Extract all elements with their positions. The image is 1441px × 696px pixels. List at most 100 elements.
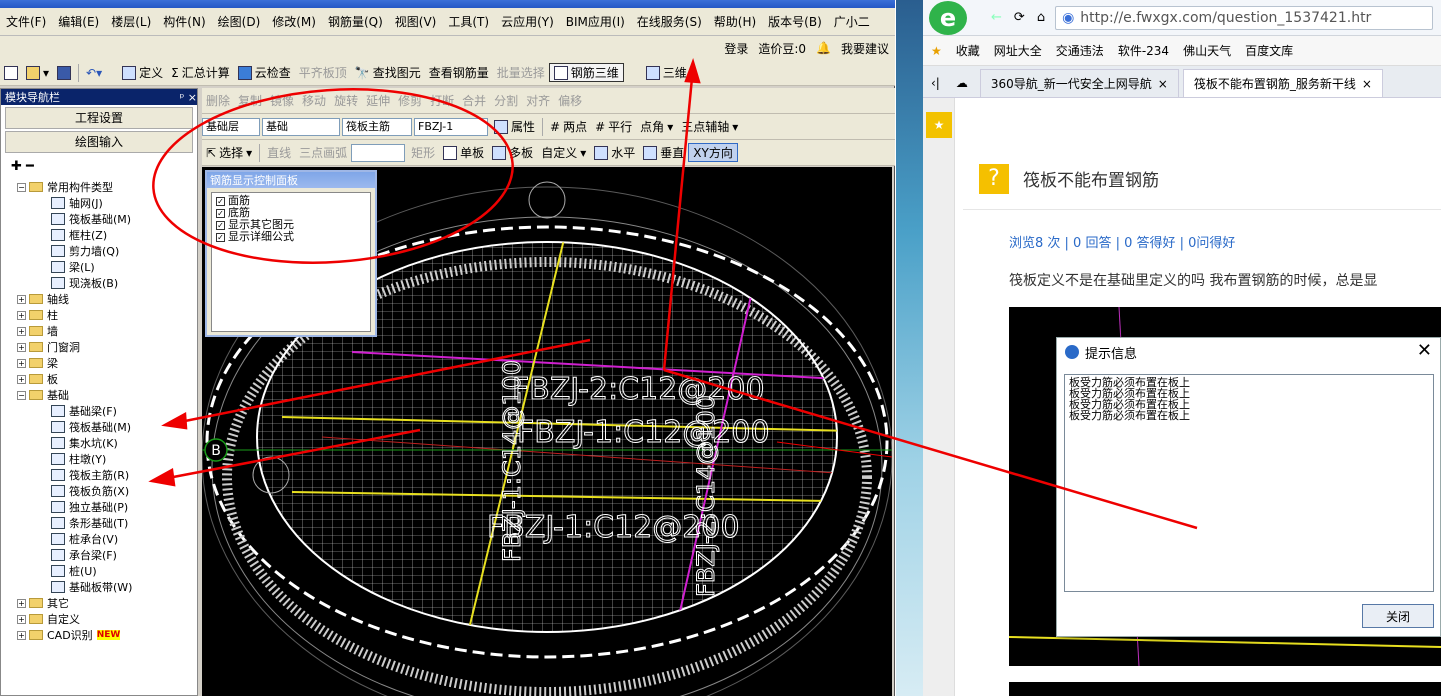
tree-item[interactable]: 独立基础(P) (1, 499, 197, 515)
tree-item[interactable]: 基础板带(W) (1, 579, 197, 595)
menu-help[interactable]: 帮助(H) (708, 13, 762, 30)
tree-group[interactable]: + 柱 (1, 307, 197, 323)
undo-icon[interactable]: ↶▾ (82, 66, 106, 80)
trim-button[interactable]: 修剪 (394, 92, 426, 109)
close-icon[interactable]: ✕ (1417, 340, 1432, 361)
type-select[interactable]: 筏板主筋 (342, 117, 412, 136)
tree-item[interactable]: 梁(L) (1, 259, 197, 275)
parallel-button[interactable]: # 平行 (591, 118, 636, 135)
arc-button[interactable]: 三点画弧 (295, 144, 351, 161)
menu-tools[interactable]: 工具(T) (442, 13, 495, 30)
layer-select[interactable]: 基础层 (202, 117, 260, 136)
close-icon[interactable]: × (1158, 77, 1168, 91)
menu-cloud[interactable]: 云应用(Y) (495, 13, 560, 30)
tree-item[interactable]: 筏板基础(M) (1, 419, 197, 435)
tree-item[interactable]: 桩(U) (1, 563, 197, 579)
tree-item[interactable]: 基础梁(F) (1, 403, 197, 419)
bookmark-sites[interactable]: 网址大全 (994, 42, 1042, 59)
break-button[interactable]: 打断 (426, 92, 458, 109)
custom-button[interactable]: 自定义 ▾ (537, 144, 590, 161)
two-point-button[interactable]: # 两点 (546, 118, 591, 135)
refresh-icon[interactable]: ⟳ (1014, 10, 1025, 25)
3d-view-button[interactable]: 三维 ▾ (642, 64, 700, 81)
expand-collapse-icons[interactable]: ✚ ━ (1, 153, 197, 179)
tree-item[interactable]: 轴网(J) (1, 195, 197, 211)
new-file-icon[interactable] (0, 65, 22, 80)
address-bar[interactable]: ◉ http://e.fwxgx.com/question_1537421.htr (1055, 5, 1433, 30)
three-point-button[interactable]: 三点辅轴 ▾ (677, 118, 742, 135)
tree-group[interactable]: + 门窗洞 (1, 339, 197, 355)
bell-icon[interactable]: 🔔 (816, 41, 831, 55)
extend-button[interactable]: 延伸 (362, 92, 394, 109)
define-button[interactable]: 定义 (118, 64, 167, 81)
favorite-star-icon[interactable]: ★ (926, 112, 952, 138)
tree-node-common[interactable]: − 常用构件类型 (1, 179, 197, 195)
login-link[interactable]: 登录 (724, 40, 748, 57)
multi-board-button[interactable]: 多板 (488, 144, 537, 161)
menu-version[interactable]: 版本号(B) (762, 13, 828, 30)
tree-group[interactable]: + 轴线 (1, 291, 197, 307)
offset-button[interactable]: 偏移 (554, 92, 586, 109)
option-show-formula[interactable]: ✓ 显示详细公式 (216, 231, 366, 243)
menu-modify[interactable]: 修改(M) (266, 13, 322, 30)
tree-group[interactable]: + 墙 (1, 323, 197, 339)
tree-item[interactable]: 剪力墙(Q) (1, 243, 197, 259)
close-button[interactable]: 关闭 (1362, 604, 1434, 628)
menu-floor[interactable]: 楼层(L) (105, 13, 157, 30)
tree-group[interactable]: + 梁 (1, 355, 197, 371)
view-rebar-button[interactable]: 查看钢筋量 (425, 64, 493, 81)
horizontal-button[interactable]: 水平 (590, 144, 639, 161)
tree-group[interactable]: + 自定义 (1, 611, 197, 627)
menu-edit[interactable]: 编辑(E) (52, 13, 105, 30)
line-button[interactable]: 直线 (263, 144, 295, 161)
tab-360-nav[interactable]: 360导航_新一代安全上网导航 × (979, 69, 1179, 97)
project-settings-tab[interactable]: 工程设置 (5, 107, 193, 129)
tree-item-raft-main-rebar[interactable]: 筏板主筋(R) (1, 467, 197, 483)
tree-item[interactable]: 条形基础(T) (1, 515, 197, 531)
back-icon[interactable]: ← (991, 10, 1002, 25)
open-folder-icon[interactable]: ▾ (22, 65, 53, 80)
menu-component[interactable]: 构件(N) (157, 13, 211, 30)
cloud-icon[interactable]: ☁ (948, 76, 976, 97)
tree-item[interactable]: 筏板负筋(X) (1, 483, 197, 499)
tree-item[interactable]: 桩承台(V) (1, 531, 197, 547)
tab-back-icon[interactable]: ‹| (923, 76, 948, 97)
vertical-button[interactable]: 垂直 (639, 144, 688, 161)
tree-item[interactable]: 筏板基础(M) (1, 211, 197, 227)
drawing-input-tab[interactable]: 绘图输入 (5, 131, 193, 153)
category-select[interactable]: 基础 (262, 117, 340, 136)
copy-button[interactable]: 复制 (234, 92, 266, 109)
tree-item[interactable]: 承台梁(F) (1, 547, 197, 563)
bookmark-fav[interactable]: 收藏 (956, 42, 980, 59)
home-icon[interactable]: ⌂ (1037, 10, 1045, 25)
rebar-3d-button[interactable]: 钢筋三维 (548, 63, 624, 82)
arc-combo[interactable] (351, 143, 406, 162)
tab-question[interactable]: 筏板不能布置钢筋_服务新干线 × (1182, 69, 1383, 97)
tree-item[interactable]: 集水坑(K) (1, 435, 197, 451)
dialog-message[interactable]: 板受力筋必须布置在板上 板受力筋必须布置在板上 板受力筋必须布置在板上 板受力筋… (1064, 374, 1434, 592)
menu-online[interactable]: 在线服务(S) (631, 13, 708, 30)
bookmark-wenku[interactable]: 百度文库 (1245, 42, 1293, 59)
flat-top-button[interactable]: 平齐板顶 (295, 64, 351, 81)
xy-direction-button[interactable]: XY方向 (688, 143, 738, 162)
tree-group[interactable]: + 板 (1, 371, 197, 387)
menu-draw[interactable]: 绘图(D) (212, 13, 267, 30)
select-button[interactable]: ⇱ 选择 ▾ (202, 144, 256, 161)
batch-select-button[interactable]: 批量选择 (493, 64, 549, 81)
menu-rebar[interactable]: 钢筋量(Q) (322, 13, 389, 30)
tree-node-foundation[interactable]: − 基础 (1, 387, 197, 403)
rotate-button[interactable]: 旋转 (330, 92, 362, 109)
point-angle-button[interactable]: 点角 ▾ (636, 118, 677, 135)
split-button[interactable]: 分割 (490, 92, 522, 109)
close-icon[interactable]: ᵖ × (180, 91, 197, 104)
delete-button[interactable]: 删除 (202, 92, 234, 109)
bookmark-weather[interactable]: 佛山天气 (1183, 42, 1231, 59)
align-button[interactable]: 对齐 (522, 92, 554, 109)
mirror-button[interactable]: 镜像 (266, 92, 298, 109)
save-icon[interactable] (53, 65, 75, 80)
bookmark-software[interactable]: 软件-234 (1118, 42, 1169, 59)
sum-button[interactable]: Σ 汇总计算 (167, 64, 234, 81)
menu-file[interactable]: 文件(F) (0, 13, 52, 30)
tree-item[interactable]: 柱墩(Y) (1, 451, 197, 467)
cloud-check-button[interactable]: 云检查 (234, 64, 295, 81)
